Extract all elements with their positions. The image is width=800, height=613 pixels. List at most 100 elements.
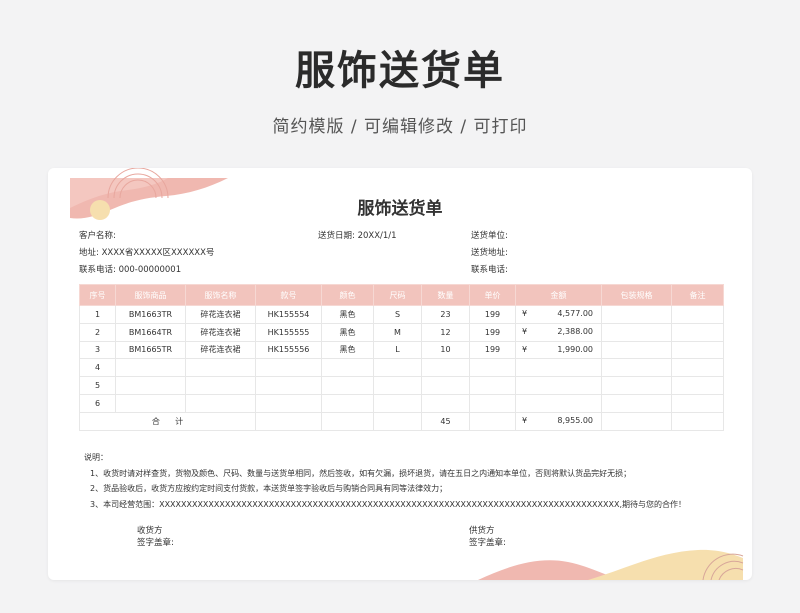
total-amount: ¥8,955.00 (515, 411, 602, 431)
hero-subtitle: 简约模版 / 可编辑修改 / 可打印 (272, 117, 528, 137)
supplier-sign-label: 签字盖章: (469, 538, 506, 548)
document-title: 服饰送货单 (357, 199, 443, 219)
cell-name (185, 376, 256, 395)
cell-remarks (671, 393, 724, 413)
total-amount-value: 8,955.00 (557, 415, 593, 425)
cell-qty: 10 (421, 340, 470, 360)
receiver-signature: 收货方 签字盖章: (137, 525, 174, 549)
currency-symbol: ¥ (522, 415, 528, 425)
cell-name: 碎花连衣裙 (185, 322, 256, 342)
cell-code: BM1664TR (115, 322, 186, 342)
cell-price: 199 (469, 305, 516, 324)
cell-style (255, 411, 322, 431)
amount-value: 4,577.00 (557, 309, 593, 318)
cell-qty (421, 358, 470, 378)
sender-unit-label: 送货单位: (471, 231, 508, 241)
cell-remarks (671, 322, 724, 342)
header-amount: 金额 (515, 284, 602, 306)
cell-size (373, 358, 422, 378)
cell-color: 黑色 (321, 340, 374, 360)
cell-packaging (601, 322, 672, 342)
cell-code: BM1665TR (115, 340, 186, 360)
cell-color (321, 358, 374, 378)
table-row: 4 (79, 358, 724, 378)
header-qty: 数量 (421, 284, 470, 306)
cell-packaging (601, 358, 672, 378)
cell-code: BM1663TR (115, 305, 186, 324)
cell-amount: ¥4,577.00 (515, 305, 602, 324)
cell-name: 碎花连衣裙 (185, 305, 256, 324)
header-no: 序号 (79, 284, 116, 306)
cell-size: S (373, 305, 422, 324)
delivery-note-paper: 服饰送货单 客户名称: 送货日期: 20XX/1/1 送货单位: 地址: XXX… (48, 168, 752, 580)
cell-price: 199 (469, 322, 516, 342)
cell-packaging (601, 340, 672, 360)
total-row: 合 计 45 ¥8,955.00 (79, 411, 724, 431)
cell-code (115, 393, 186, 413)
table-row: 6 (79, 393, 724, 413)
header-remarks: 备注 (671, 284, 724, 306)
cell-code (115, 376, 186, 395)
total-label: 合 计 (79, 411, 256, 431)
sender-phone-label: 联系电话: (471, 265, 508, 275)
cell-price (469, 376, 516, 395)
cell-style (255, 393, 322, 413)
header-price: 单价 (469, 284, 516, 306)
cell-amount (515, 393, 602, 413)
cell-amount: ¥2,388.00 (515, 322, 602, 342)
customer-address: 地址: XXXX省XXXXX区XXXXXX号 (79, 248, 215, 258)
cell-remarks (671, 340, 724, 360)
customer-name-label: 客户名称: (79, 231, 116, 241)
receiver-sign-label: 签字盖章: (137, 538, 174, 548)
cell-no: 2 (79, 322, 116, 342)
note-item-1: 1、收货时请对样查货，货物及颜色、尺码、数量与送货单相同，然后签收，如有欠漏，损… (90, 468, 632, 478)
cell-qty: 12 (421, 322, 470, 342)
cell-no: 1 (79, 305, 116, 324)
supplier-signature: 供货方 签字盖章: (469, 525, 506, 549)
currency-symbol: ¥ (522, 344, 528, 354)
cell-style: HK155554 (255, 305, 322, 324)
cell-amount: ¥1,990.00 (515, 340, 602, 360)
table-row: 2 BM1664TR 碎花连衣裙 HK155555 黑色 M 12 199 ¥2… (79, 322, 724, 342)
cell-qty (421, 376, 470, 395)
cell-remarks (671, 411, 724, 431)
table-row: 3 BM1665TR 碎花连衣裙 HK155556 黑色 L 10 199 ¥1… (79, 340, 724, 360)
header-name: 服饰名称 (185, 284, 256, 306)
cell-qty: 23 (421, 305, 470, 324)
table-row: 1 BM1663TR 碎花连衣裙 HK155554 黑色 S 23 199 ¥4… (79, 305, 724, 324)
cell-packaging (601, 305, 672, 324)
supplier-title: 供货方 (469, 526, 495, 536)
amount-value: 2,388.00 (557, 326, 593, 336)
note-item-3: 3、本司经营范围：XXXXXXXXXXXXXXXXXXXXXXXXXXXXXXX… (90, 499, 686, 509)
header-product: 服饰商品 (115, 284, 186, 306)
cell-size: L (373, 340, 422, 360)
currency-symbol: ¥ (522, 309, 528, 318)
header-color: 颜色 (321, 284, 374, 306)
cell-packaging (601, 411, 672, 431)
cell-style (255, 376, 322, 395)
table-header-row: 序号 服饰商品 服饰名称 款号 颜色 尺码 数量 单价 金额 包装规格 备注 (79, 284, 724, 306)
cell-remarks (671, 358, 724, 378)
cell-color: 黑色 (321, 322, 374, 342)
customer-phone: 联系电话: 000-00000001 (79, 265, 182, 275)
cell-packaging (601, 393, 672, 413)
notes-heading: 说明： (84, 453, 108, 462)
cell-price (469, 411, 516, 431)
header-style: 款号 (255, 284, 322, 306)
cell-code (115, 358, 186, 378)
delivery-date: 送货日期: 20XX/1/1 (318, 231, 397, 241)
cell-color (321, 393, 374, 413)
cell-no: 3 (79, 340, 116, 360)
currency-symbol: ¥ (522, 326, 528, 336)
cell-price (469, 393, 516, 413)
cell-remarks (671, 305, 724, 324)
cell-qty (421, 393, 470, 413)
cell-name: 碎花连衣裙 (185, 340, 256, 360)
bottom-right-decoration (478, 549, 744, 580)
header-size: 尺码 (373, 284, 422, 306)
cell-color (321, 411, 374, 431)
cell-style: HK155555 (255, 322, 322, 342)
cell-size (373, 376, 422, 395)
note-item-2: 2、货品验收后，收货方应按约定时间支付货款，本送货单签字验收后与购销合同具有同等… (90, 484, 448, 493)
cell-name (185, 358, 256, 378)
